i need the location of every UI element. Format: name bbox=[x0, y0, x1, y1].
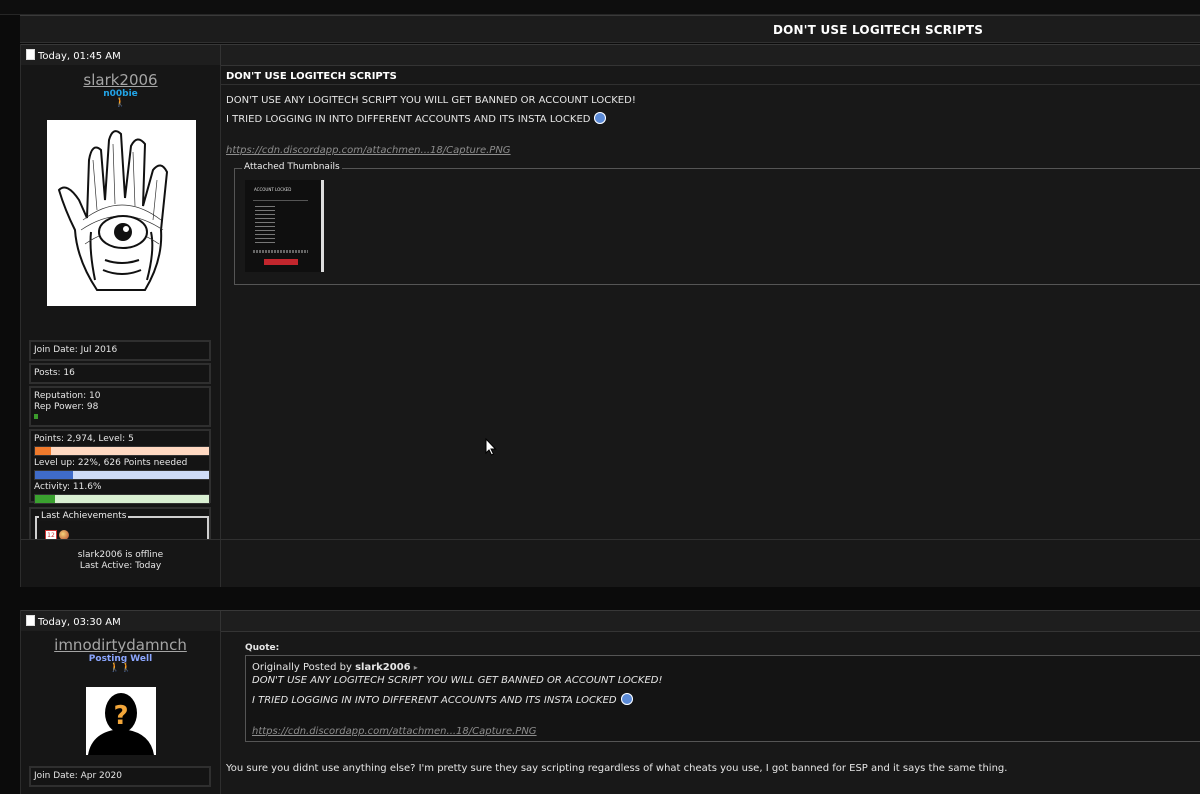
post-2: Today, 03:30 AM imnodirtydamnch Posting … bbox=[20, 610, 1200, 794]
activity: Activity: 11.6% bbox=[34, 482, 102, 492]
attachments-legend: Attached Thumbnails bbox=[242, 162, 342, 172]
attachment-link[interactable]: https://cdn.discordapp.com/attachmen...1… bbox=[226, 145, 511, 156]
post-header: Today, 03:30 AM bbox=[21, 610, 1200, 632]
quote-line-1: DON'T USE ANY LOGITECH SCRIPT YOU WILL G… bbox=[252, 675, 663, 686]
top-strip bbox=[0, 0, 1200, 15]
post-subject: DON'T USE LOGITECH SCRIPTS bbox=[226, 71, 397, 82]
svg-text:?: ? bbox=[113, 701, 128, 731]
reputation-box: Reputation: 10 Rep Power: 98 bbox=[29, 386, 211, 427]
post-line-2-text: I TRIED LOGGING IN INTO DIFFERENT ACCOUN… bbox=[226, 114, 591, 125]
rep-gem-icon bbox=[34, 414, 38, 419]
post-icon bbox=[26, 615, 35, 626]
join-date: Join Date: Apr 2020 bbox=[34, 771, 122, 781]
points-bar bbox=[34, 446, 210, 456]
view-post-icon[interactable]: ▸ bbox=[414, 663, 418, 672]
post-line-1: DON'T USE ANY LOGITECH SCRIPT YOU WILL G… bbox=[226, 95, 636, 106]
activity-bar bbox=[34, 494, 210, 504]
quote-line-2-text: I TRIED LOGGING IN INTO DIFFERENT ACCOUN… bbox=[252, 695, 617, 706]
rank-icon: 🚶🚶 bbox=[109, 663, 132, 673]
avatar[interactable]: ? bbox=[86, 687, 156, 755]
quote-attribution: Originally Posted by slark2006 ▸ bbox=[252, 662, 418, 673]
quote-link[interactable]: https://cdn.discordapp.com/attachmen...1… bbox=[252, 726, 537, 737]
post-date-text: Today, 03:30 AM bbox=[38, 617, 121, 628]
online-status: slark2006 is offline bbox=[77, 550, 164, 560]
thumb-title: ACCOUNT LOCKED bbox=[254, 187, 292, 192]
avatar[interactable] bbox=[47, 120, 196, 306]
smiley-icon bbox=[620, 693, 633, 705]
thread-title: DON'T USE LOGITECH SCRIPTS bbox=[773, 23, 984, 37]
smiley-icon bbox=[594, 112, 607, 124]
username-link[interactable]: slark2006 bbox=[21, 71, 220, 89]
points-box: Points: 2,974, Level: 5 Level up: 22%, 6… bbox=[29, 429, 211, 504]
points-level: Points: 2,974, Level: 5 bbox=[34, 434, 134, 444]
quote-box: Originally Posted by slark2006 ▸ DON'T U… bbox=[245, 655, 1200, 742]
reputation: Reputation: 10 bbox=[34, 391, 101, 401]
username-link[interactable]: imnodirtydamnch bbox=[21, 636, 220, 654]
achievements-legend: Last Achievements bbox=[39, 511, 129, 521]
user-status-panel: slark2006 is offline Last Active: Today bbox=[21, 540, 221, 587]
quote-line-2: I TRIED LOGGING IN INTO DIFFERENT ACCOUN… bbox=[252, 693, 633, 706]
mouse-cursor-icon bbox=[485, 438, 497, 456]
post-icon bbox=[26, 49, 35, 60]
level-bar bbox=[34, 470, 210, 480]
quote-prefix: Originally Posted by bbox=[252, 662, 352, 673]
post-date: Today, 01:45 AM bbox=[26, 49, 121, 62]
rep-power: Rep Power: 98 bbox=[34, 402, 99, 412]
last-active: Last Active: Today bbox=[79, 561, 162, 571]
user-info-panel: imnodirtydamnch Posting Well 🚶🚶 ? Join D… bbox=[21, 631, 221, 794]
post-date: Today, 03:30 AM bbox=[26, 615, 121, 628]
join-date: Join Date: Jul 2016 bbox=[34, 345, 118, 355]
posts-count: Posts: 16 bbox=[34, 368, 75, 378]
post-header: Today, 01:45 AM bbox=[21, 44, 1200, 66]
reply-text: You sure you didnt use anything else? I'… bbox=[226, 763, 1008, 774]
user-info-panel: slark2006 n00bie 🚶 Join Date: Jul 2016 P… bbox=[21, 65, 221, 553]
thread-header: DON'T USE LOGITECH SCRIPTS bbox=[20, 15, 1200, 43]
attachment-thumbnail[interactable]: ACCOUNT LOCKED bbox=[245, 180, 324, 272]
posts-box: Posts: 16 bbox=[29, 363, 211, 384]
level-up: Level up: 22%, 626 Points needed bbox=[34, 458, 188, 468]
post-1: Today, 01:45 AM slark2006 n00bie 🚶 Join … bbox=[20, 44, 1200, 587]
quote-label: Quote: bbox=[245, 643, 280, 653]
thumb-red-button bbox=[264, 259, 298, 265]
post-date-text: Today, 01:45 AM bbox=[38, 51, 121, 62]
quote-author[interactable]: slark2006 bbox=[355, 662, 411, 673]
attachments-box bbox=[234, 168, 1200, 285]
join-date-box: Join Date: Jul 2016 bbox=[29, 340, 211, 361]
post-line-2: I TRIED LOGGING IN INTO DIFFERENT ACCOUN… bbox=[226, 112, 607, 125]
join-date-box: Join Date: Apr 2020 bbox=[29, 766, 211, 787]
rank-icon: 🚶 bbox=[114, 98, 127, 108]
